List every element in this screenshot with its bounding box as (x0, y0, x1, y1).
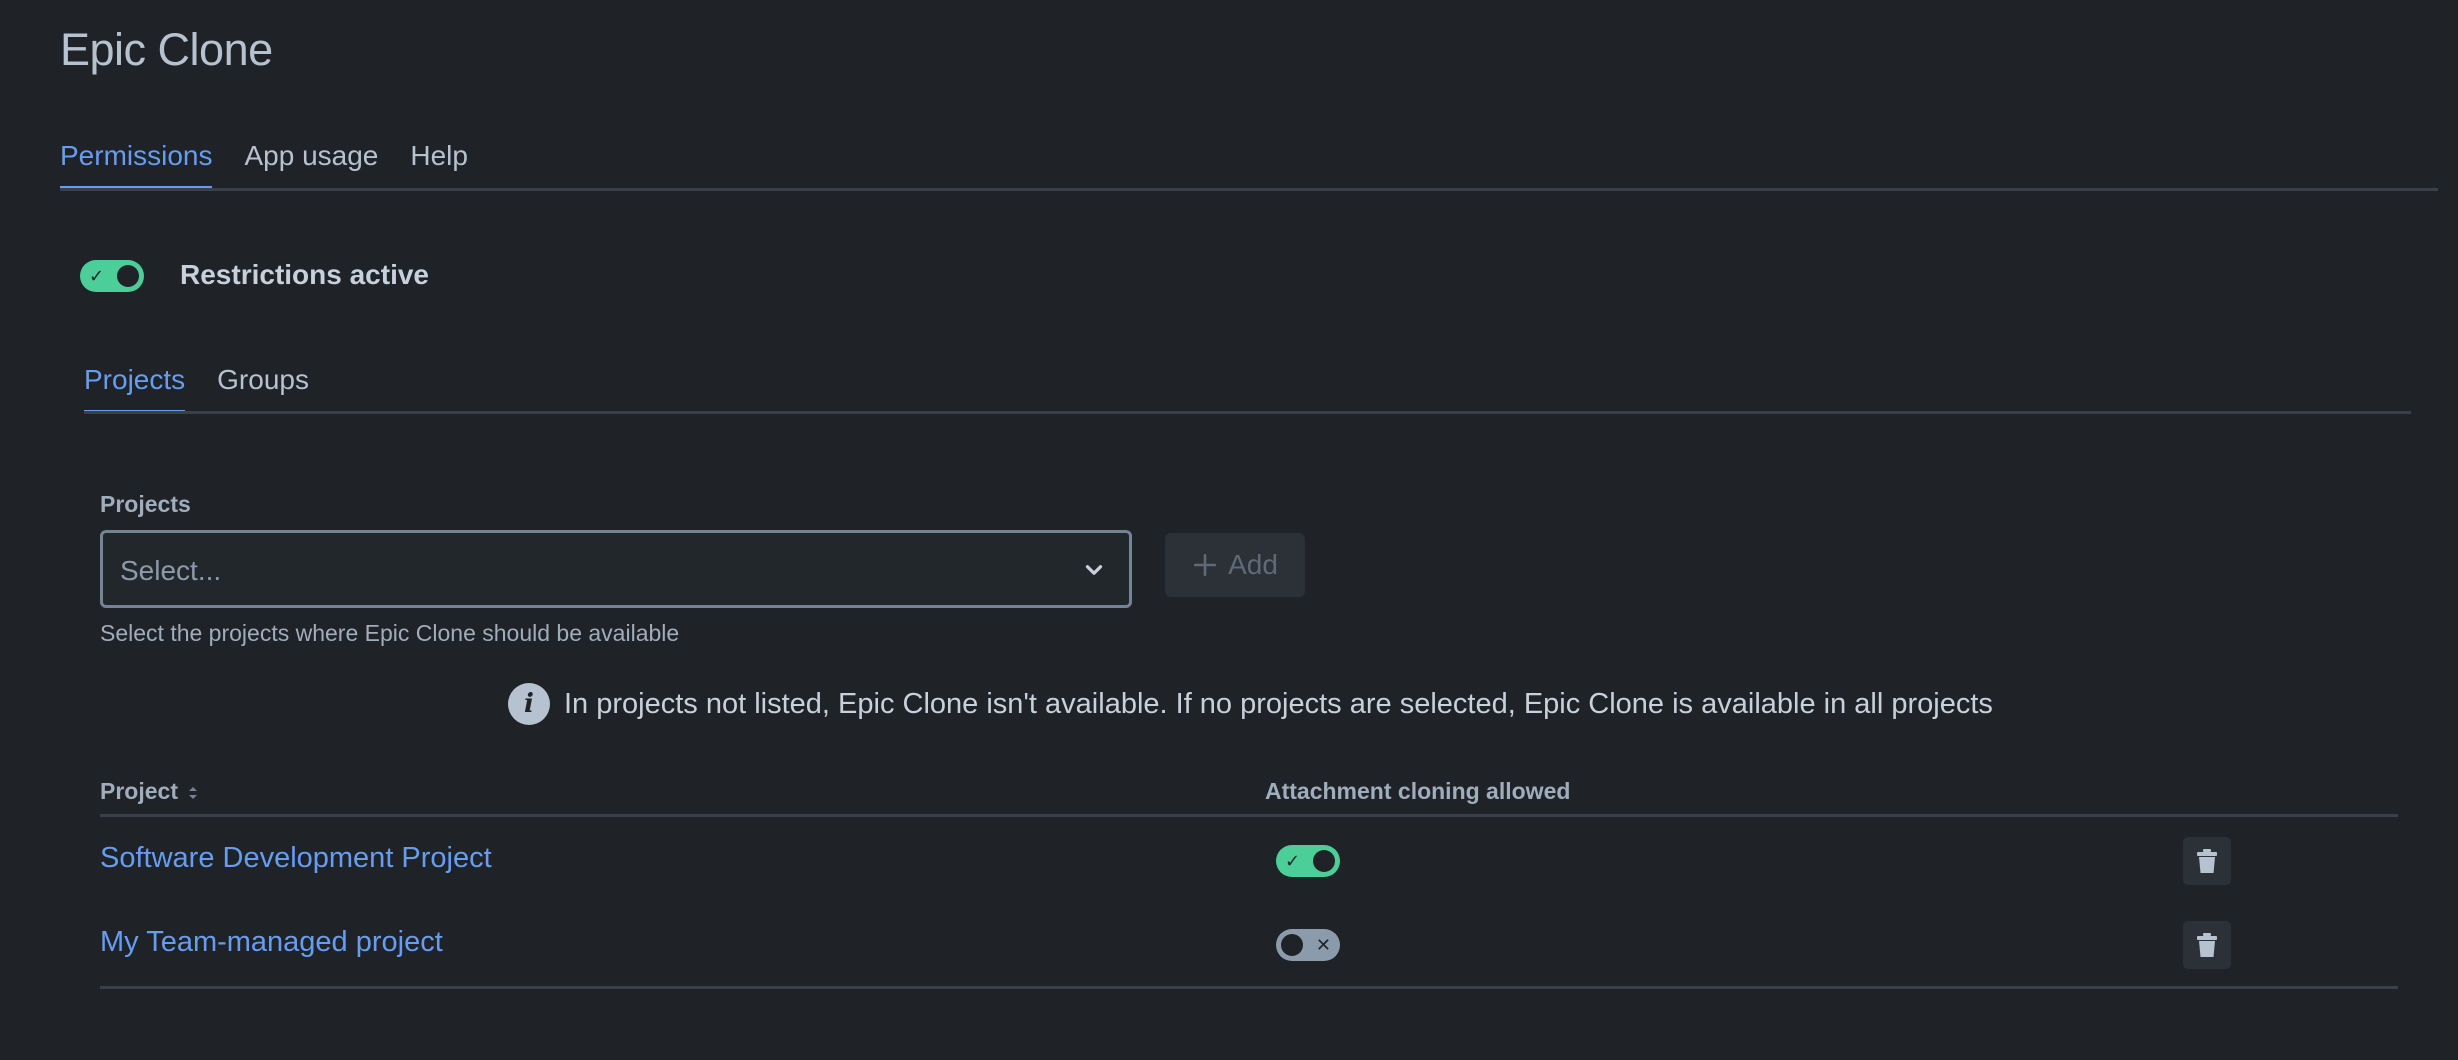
table-header-divider (100, 814, 2398, 817)
trash-icon (2197, 849, 2217, 873)
info-message: i In projects not listed, Epic Clone isn… (508, 683, 1993, 725)
page-title: Epic Clone (60, 24, 273, 75)
delete-button[interactable] (2183, 921, 2231, 969)
attachment-cloning-toggle[interactable]: ✕ (1276, 929, 1340, 961)
tab-projects[interactable]: Projects (84, 364, 186, 414)
info-text: In projects not listed, Epic Clone isn't… (564, 687, 1993, 720)
delete-button[interactable] (2183, 837, 2231, 885)
top-tabs: Permissions App usage Help (60, 140, 468, 190)
column-header-attachment-cloning: Attachment cloning allowed (1265, 778, 1571, 804)
projects-helper-text: Select the projects where Epic Clone sho… (100, 620, 680, 646)
restrictions-toggle[interactable]: ✓ (80, 260, 144, 292)
tabs-divider (60, 188, 2438, 191)
tab-permissions[interactable]: Permissions (60, 140, 213, 190)
inner-tabs: Projects Groups (84, 364, 309, 414)
tab-help[interactable]: Help (410, 140, 468, 190)
tab-app-usage[interactable]: App usage (244, 140, 378, 190)
projects-select[interactable]: Select... (100, 530, 1132, 608)
attachment-cloning-toggle[interactable]: ✓ (1276, 845, 1340, 877)
toggle-knob (117, 265, 139, 287)
toggle-knob (1281, 934, 1303, 956)
column-header-project[interactable]: Project (100, 778, 199, 805)
cross-icon: ✕ (1315, 935, 1331, 955)
project-link[interactable]: My Team-managed project (100, 926, 443, 959)
select-placeholder: Select... (120, 555, 222, 586)
inner-tabs-divider (84, 411, 2411, 414)
add-button-label: Add (1228, 549, 1278, 580)
column-header-project-label: Project (100, 778, 178, 804)
add-button[interactable]: Add (1165, 533, 1305, 597)
table-bottom-divider (100, 986, 2398, 989)
check-icon: ✓ (89, 266, 105, 286)
trash-icon (2197, 933, 2217, 957)
tab-groups[interactable]: Groups (217, 364, 309, 414)
chevron-down-icon (1085, 565, 1103, 575)
plus-icon (1194, 553, 1217, 577)
sort-icon (189, 786, 198, 799)
restrictions-label: Restrictions active (180, 259, 429, 290)
project-link[interactable]: Software Development Project (100, 842, 492, 875)
projects-field-label: Projects (100, 491, 191, 517)
toggle-knob (1313, 850, 1335, 872)
check-icon: ✓ (1285, 851, 1301, 871)
info-icon: i (508, 683, 550, 725)
